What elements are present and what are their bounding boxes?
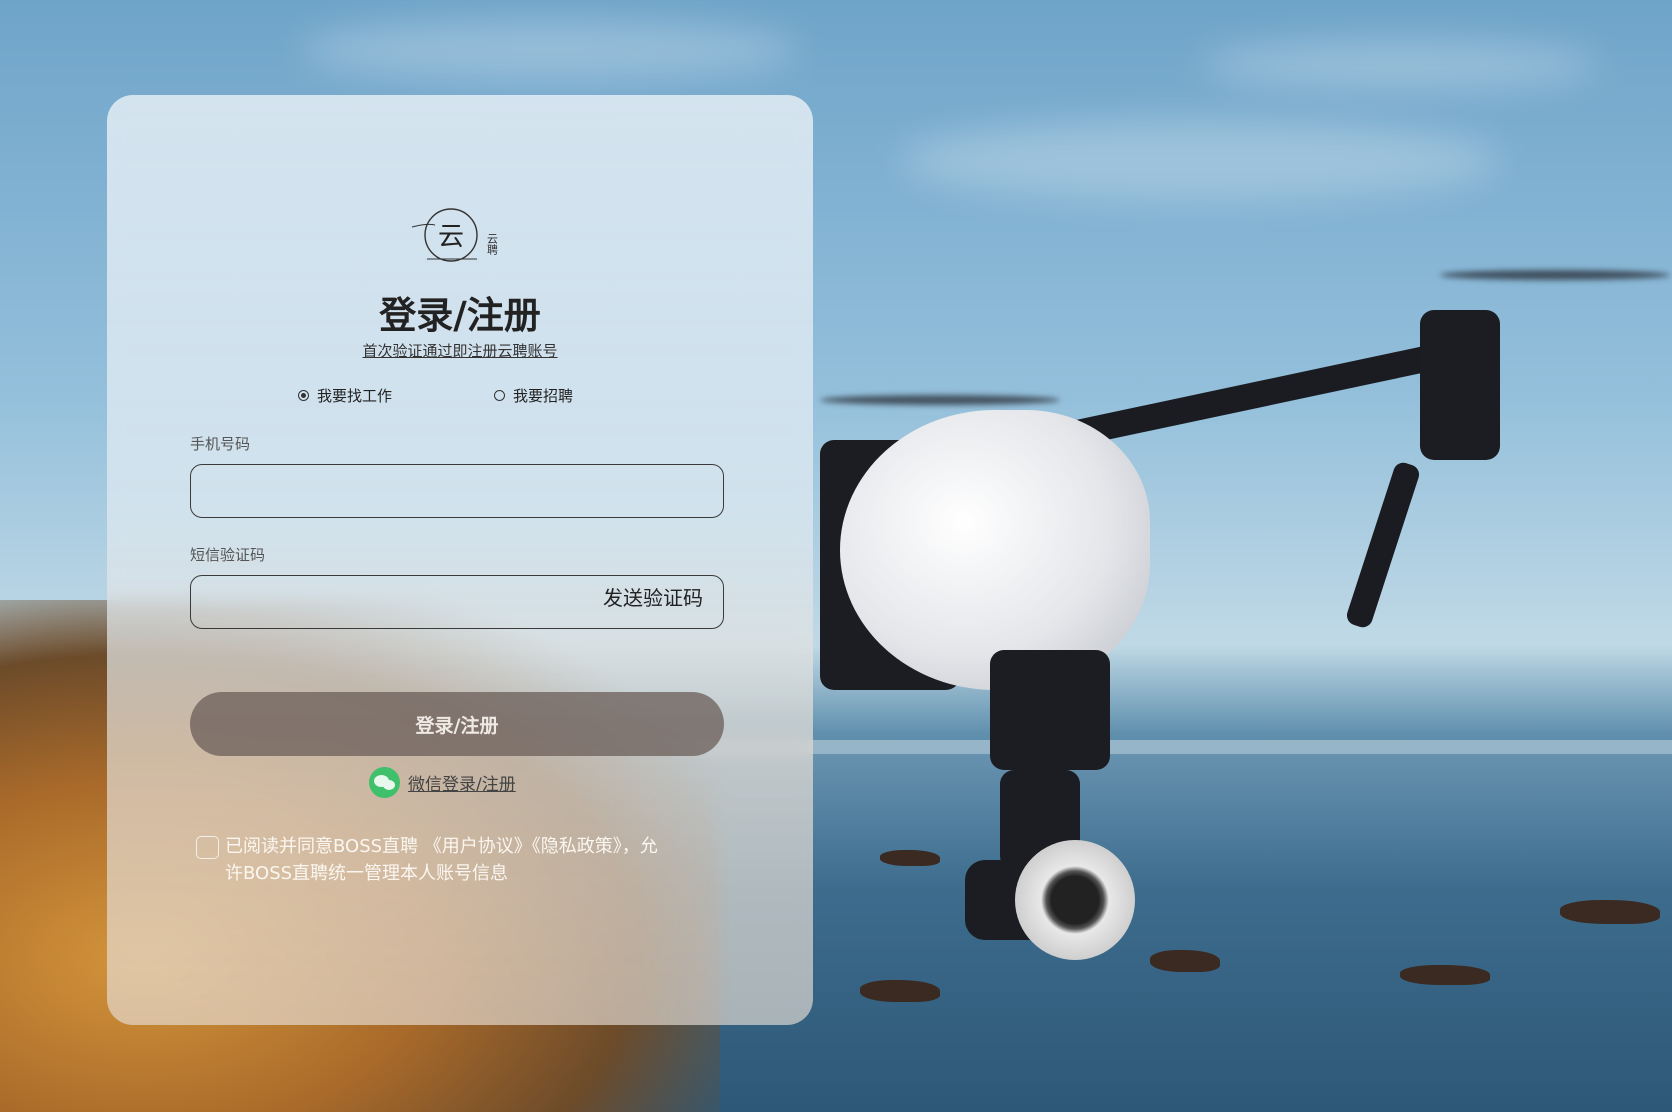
drone-camera-lens bbox=[1015, 840, 1135, 960]
logo-glyph: 云 bbox=[438, 222, 464, 252]
agreement-checkbox[interactable] bbox=[196, 836, 219, 859]
rock bbox=[1560, 900, 1660, 924]
cloud bbox=[900, 120, 1500, 200]
role-recruiter[interactable]: 我要招聘 bbox=[494, 385, 573, 406]
phone-label: 手机号码 bbox=[190, 435, 251, 453]
drone-gimbal bbox=[990, 650, 1110, 770]
radio-icon[interactable] bbox=[298, 390, 309, 401]
role-label: 我要找工作 bbox=[317, 387, 393, 405]
yunpin-logo: 云 云聘 bbox=[411, 208, 499, 262]
role-jobseeker[interactable]: 我要找工作 bbox=[298, 385, 392, 406]
logo-side-text: 云聘 bbox=[486, 233, 499, 256]
send-code-button[interactable]: 发送验证码 bbox=[603, 582, 703, 611]
drone-leg bbox=[1344, 460, 1422, 630]
rock bbox=[880, 850, 940, 866]
drone-propeller bbox=[820, 395, 1060, 405]
login-register-button[interactable]: 登录/注册 bbox=[190, 692, 724, 756]
wechat-login-link[interactable]: 微信登录/注册 bbox=[369, 767, 516, 798]
drone-motor bbox=[1420, 310, 1500, 460]
drone-body bbox=[840, 410, 1150, 690]
agreement-row: 已阅读并同意BOSS直聘 《用户协议》《隐私政策》，允许BOSS直聘统一管理本人… bbox=[196, 833, 675, 887]
subtitle-link[interactable]: 首次验证通过即注册云聘账号 bbox=[107, 340, 813, 361]
rock bbox=[1400, 965, 1490, 985]
rock bbox=[860, 980, 940, 1002]
rock bbox=[1150, 950, 1220, 972]
role-label: 我要招聘 bbox=[513, 387, 574, 405]
cloud bbox=[1200, 40, 1600, 90]
role-selector: 我要找工作 我要招聘 bbox=[107, 385, 813, 409]
login-card: 云 云聘 登录/注册 首次验证通过即注册云聘账号 我要找工作 我要招聘 手机号码… bbox=[107, 95, 813, 1025]
sms-label: 短信验证码 bbox=[190, 546, 266, 564]
wechat-icon bbox=[369, 767, 400, 798]
page-title: 登录/注册 bbox=[379, 294, 541, 337]
horizon bbox=[700, 740, 1672, 754]
cloud bbox=[300, 20, 800, 80]
drone-propeller bbox=[1440, 270, 1670, 280]
wechat-login-label: 微信登录/注册 bbox=[408, 775, 516, 795]
agreement-text: 已阅读并同意BOSS直聘 《用户协议》《隐私政策》，允许BOSS直聘统一管理本人… bbox=[225, 836, 658, 884]
phone-input[interactable] bbox=[190, 464, 724, 518]
radio-icon[interactable] bbox=[494, 390, 505, 401]
